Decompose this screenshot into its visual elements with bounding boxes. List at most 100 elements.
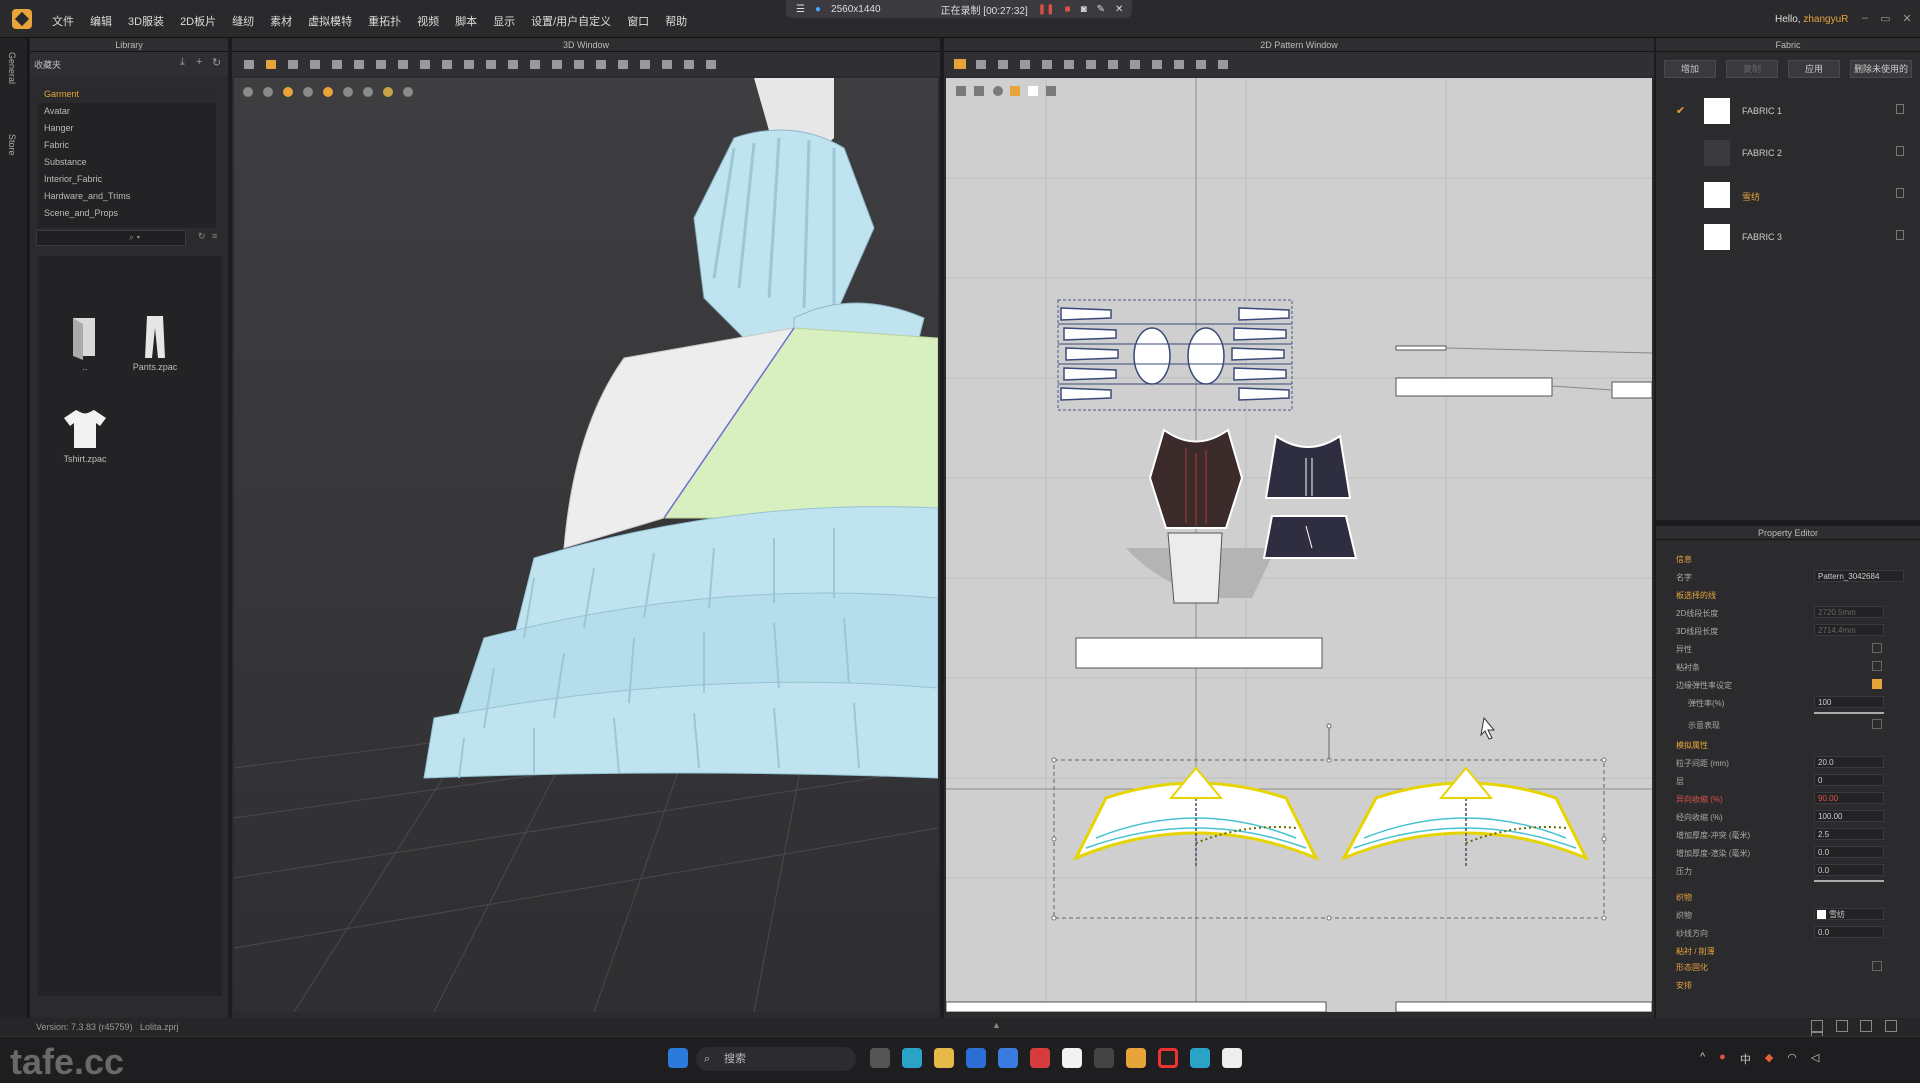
tree-item-hardware[interactable]: Hardware_and_Trims [38,188,216,205]
menu-retopology[interactable]: 重拓扑 [368,13,401,29]
prop-thickness-render-field[interactable]: 0.0 [1814,846,1884,858]
prop-pressure-field[interactable]: 0.0 [1814,864,1884,876]
clo-logo-icon[interactable] [12,9,32,29]
collapse-arrow-icon[interactable]: ▲ [992,1020,1001,1030]
pattern-canvas[interactable] [946,78,1652,1012]
tab-general[interactable]: General [7,52,17,84]
fabric-item-chiffon[interactable]: 雪纺 [1672,176,1908,216]
3d-tool-icons[interactable] [232,52,940,76]
prop-elastic-ratio-field[interactable]: 100 [1814,696,1884,708]
mic-tray-icon[interactable]: ● [1719,1051,1726,1067]
delete-icon[interactable] [1896,188,1904,198]
add-icon[interactable]: + [196,56,202,68]
tree-item-scene[interactable]: Scene_and_Props [38,205,216,222]
clo3d-taskbar-icon[interactable] [1126,1048,1146,1068]
prop-section-fabric[interactable]: 织物 [1664,890,1914,904]
layout-2-icon[interactable] [1835,1020,1848,1032]
volume-icon[interactable]: ◁ [1811,1051,1819,1067]
menu-window[interactable]: 窗口 [627,13,649,29]
prop-checkbox-checked[interactable] [1872,679,1882,689]
pattern-bottom-strip-left[interactable] [946,1001,1327,1012]
layout-3-icon[interactable] [1860,1020,1873,1032]
prop-particle-distance-field[interactable]: 20.0 [1814,756,1884,768]
wifi-icon[interactable]: ◠ [1787,1051,1797,1067]
prop-weft-shrink-field[interactable]: 90.00 [1814,792,1884,804]
menu-file[interactable]: 文件 [52,13,74,29]
refresh-list-icon[interactable]: ↻ [198,231,206,242]
camera-icon[interactable]: ◙ [1081,4,1087,15]
menu-avatar[interactable]: 虚拟模特 [308,13,352,29]
library-item-pants[interactable]: Pants.zpac [120,314,190,372]
tree-item-avatar[interactable]: Avatar [38,103,216,120]
tab-store[interactable]: Store [7,134,17,156]
list-view-icon[interactable]: ≡ [212,231,217,241]
menu-edit[interactable]: 编辑 [90,13,112,29]
3d-viewport[interactable] [234,78,938,1012]
add-fabric-button[interactable]: 增加 [1664,60,1716,78]
pressure-slider[interactable] [1814,880,1884,882]
file-explorer-icon[interactable] [934,1048,954,1068]
library-item-tshirt[interactable]: Tshirt.zpac [50,406,120,464]
layout-4-icon[interactable] [1884,1020,1897,1032]
search-icon[interactable]: ⌕ ▾ [129,232,140,243]
2d-tool-icons[interactable] [944,52,1654,76]
windows-start-icon[interactable] [668,1048,688,1068]
app-icon-blue[interactable] [998,1048,1018,1068]
menu-2d-pattern[interactable]: 2D板片 [180,13,216,29]
menu-3d-garment[interactable]: 3D服装 [128,13,164,29]
prop-checkbox[interactable] [1872,643,1882,653]
prop-section-simulation[interactable]: 模拟属性 [1664,738,1914,752]
pattern-waistband[interactable] [1075,637,1323,669]
qq-icon[interactable] [1062,1048,1082,1068]
prop-checkbox[interactable] [1872,661,1882,671]
library-item-parent[interactable]: .. [50,314,120,372]
fabric-item-2[interactable]: FABRIC 2 [1672,134,1908,174]
layout-1-icon[interactable] [1811,1020,1823,1032]
pattern-bottom-strip-right[interactable] [1395,1001,1652,1012]
prop-layer-field[interactable]: 0 [1814,774,1884,786]
prop-checkbox[interactable] [1872,961,1882,971]
tray-app-icon[interactable]: ◆ [1765,1051,1773,1067]
prop-warp-shrink-field[interactable]: 100.00 [1814,810,1884,822]
tree-item-garment[interactable]: Garment [38,86,216,103]
ime-indicator[interactable]: 中 [1740,1051,1751,1067]
prop-name-field[interactable]: Pattern_3042684 [1814,570,1904,582]
app-icon-gray[interactable] [1094,1048,1114,1068]
menu-video[interactable]: 视频 [417,13,439,29]
menu-materials[interactable]: 素材 [270,13,292,29]
prop-grain-direction-field[interactable]: 0.0 [1814,926,1884,938]
prop-section-selected-line[interactable]: 板选择的线 [1664,588,1914,602]
pause-icon[interactable]: ❚❚ [1038,4,1055,15]
menu-script[interactable]: 脚本 [455,13,477,29]
recorder-taskbar-icon[interactable] [1158,1048,1178,1068]
tree-item-substance[interactable]: Substance [38,154,216,171]
menu-help[interactable]: 帮助 [665,13,687,29]
maximize-icon[interactable]: ▭ [1880,12,1890,25]
taskbar-search[interactable]: ⌕ 搜索 [696,1047,856,1071]
refresh-icon[interactable]: ↻ [212,56,221,69]
prop-section-info[interactable]: 信息 [1664,552,1914,566]
mic-icon[interactable]: ● [815,4,821,15]
close-icon[interactable]: ✕ [1115,4,1123,15]
tray-expand-icon[interactable]: ^ [1700,1051,1705,1067]
username[interactable]: zhangyuR [1803,14,1848,25]
close-window-icon[interactable]: ✕ [1903,12,1912,25]
store-icon[interactable] [966,1048,986,1068]
prop-thickness-collision-field[interactable]: 2.5 [1814,828,1884,840]
fabric-item-1[interactable]: ✔ FABRIC 1 [1672,92,1908,132]
pen-icon[interactable]: ✎ [1097,4,1105,15]
delete-icon[interactable] [1896,146,1904,156]
prop-section-fuse-skive[interactable]: 粘衬 / 削薄 [1664,944,1914,958]
viewport-toolbar[interactable] [243,87,413,97]
tree-item-hanger[interactable]: Hanger [38,120,216,137]
menu-display[interactable]: 显示 [493,13,515,29]
stop-icon[interactable]: ■ [1065,4,1071,15]
edge-browser-icon[interactable] [902,1048,922,1068]
app-icon-white[interactable] [1222,1048,1242,1068]
wps-icon[interactable] [1030,1048,1050,1068]
library-search-input[interactable]: ⌕ ▾ [36,230,186,246]
tree-item-interior-fabric[interactable]: Interior_Fabric [38,171,216,188]
tree-item-fabric[interactable]: Fabric [38,137,216,154]
apply-fabric-button[interactable]: 应用 [1788,60,1840,78]
app-icon-m[interactable] [1190,1048,1210,1068]
